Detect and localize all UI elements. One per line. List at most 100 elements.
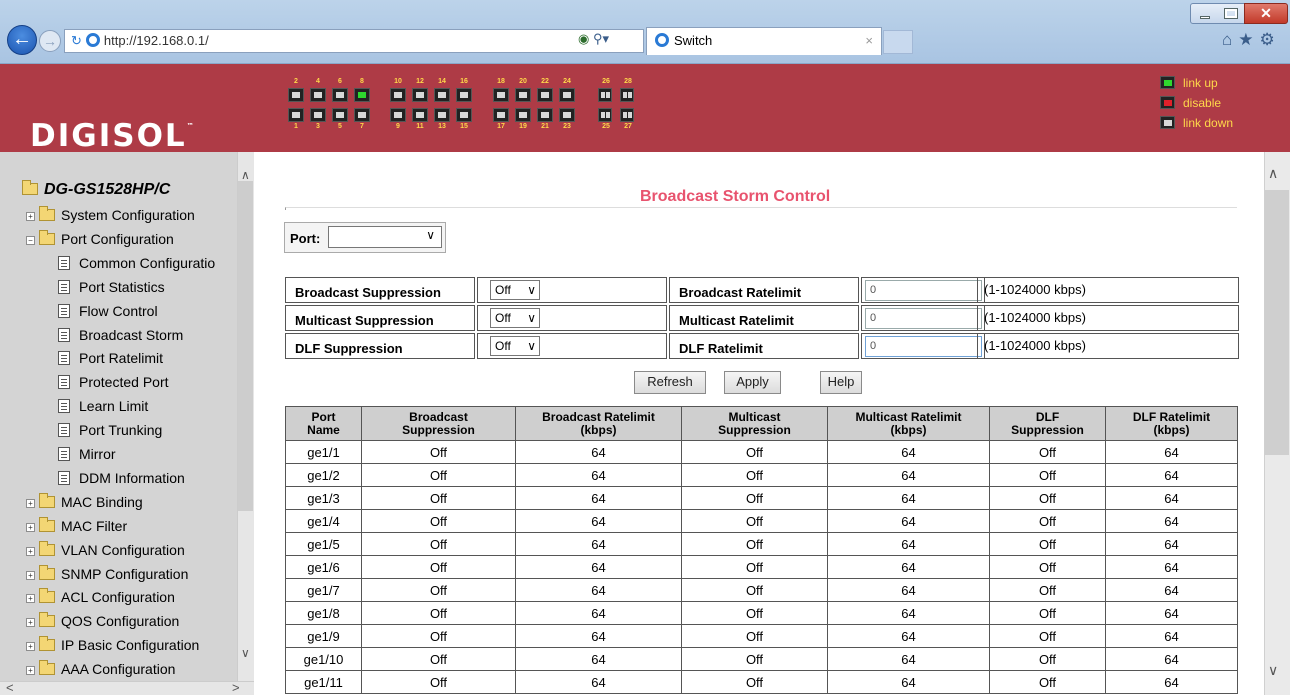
sidebar-item-aaa-configuration[interactable]: + AAA Configuration [26,660,175,683]
forward-button[interactable]: → [39,30,61,52]
table-row[interactable]: ge1/10 Off 64 Off 64 Off 64 [285,647,1238,671]
scroll-right-icon[interactable]: > [232,680,240,695]
scroll-down-icon[interactable]: ∨ [241,646,250,660]
port-icon[interactable] [537,88,553,102]
expand-icon[interactable]: + [26,522,35,532]
refresh-button[interactable]: Refresh [634,371,706,394]
port-link-up-icon[interactable] [354,88,370,102]
port-icon[interactable] [310,88,326,102]
suppression-select[interactable]: Off ∨ [490,280,540,300]
content-scroll-down-icon[interactable]: ∨ [1268,662,1278,679]
back-button[interactable]: ← [7,25,37,55]
apply-button[interactable]: Apply [724,371,781,394]
port-icon[interactable] [537,108,553,122]
sidebar-item-mac-filter[interactable]: + MAC Filter [26,516,127,540]
port-icon[interactable] [515,108,531,122]
minimize-button[interactable] [1190,3,1218,24]
favorites-star-icon[interactable]: ★ [1238,30,1259,49]
table-row[interactable]: ge1/7 Off 64 Off 64 Off 64 [285,578,1238,602]
table-row[interactable]: ge1/6 Off 64 Off 64 Off 64 [285,555,1238,579]
port-icon[interactable] [456,108,472,122]
port-icon[interactable] [412,88,428,102]
sidebar-item-system-configuration[interactable]: + System Configuration [26,206,195,229]
expand-icon[interactable]: + [26,498,35,508]
sidebar-item-mac-binding[interactable]: + MAC Binding [26,492,143,516]
sidebar-item-learn-limit[interactable]: Learn Limit [58,398,148,420]
scroll-up-icon[interactable]: ∧ [241,168,250,182]
expand-icon[interactable]: + [26,666,35,676]
sidebar-item-common-configuratio[interactable]: Common Configuratio [58,255,215,277]
sidebar-item-mirror[interactable]: Mirror [58,446,116,468]
ratelimit-input[interactable]: 0 [865,280,982,301]
refresh-icon[interactable]: ↻ [71,33,82,48]
maximize-button[interactable] [1217,3,1245,24]
expand-icon[interactable]: + [26,546,35,556]
port-icon[interactable] [310,108,326,122]
browser-tab[interactable]: Switch × [646,27,882,55]
port-icon[interactable] [456,88,472,102]
expand-icon[interactable]: + [26,594,35,604]
port-icon[interactable] [354,108,370,122]
table-row[interactable]: ge1/8 Off 64 Off 64 Off 64 [285,601,1238,625]
ratelimit-input[interactable]: 0 [865,308,982,329]
sidebar-item-port-ratelimit[interactable]: Port Ratelimit [58,350,163,372]
sidebar-item-port-configuration[interactable]: − Port Configuration [26,229,174,253]
sidebar-item-ip-basic-configuration[interactable]: + IP Basic Configuration [26,636,199,659]
sidebar-item-port-trunking[interactable]: Port Trunking [58,422,162,444]
sidebar-item-vlan-configuration[interactable]: + VLAN Configuration [26,540,185,564]
table-row[interactable]: ge1/5 Off 64 Off 64 Off 64 [285,532,1238,556]
ratelimit-input[interactable]: 0 [865,336,982,357]
sidebar-item-flow-control[interactable]: Flow Control [58,303,158,325]
fiber-port-icon[interactable] [620,108,634,122]
port-icon[interactable] [332,108,348,122]
port-icon[interactable] [434,108,450,122]
port-select[interactable]: ∨ [328,226,442,248]
port-icon[interactable] [390,108,406,122]
address-bar[interactable]: ↻ http://192.168.0.1/ [64,29,644,53]
suppression-select[interactable]: Off ∨ [490,336,540,356]
port-icon[interactable] [493,88,509,102]
table-row[interactable]: ge1/11 Off 64 Off 64 Off 64 [285,670,1238,694]
help-button[interactable]: Help [820,371,862,394]
port-icon[interactable] [559,88,575,102]
home-icon[interactable]: ⌂ [1222,30,1238,49]
content-scroll-up-icon[interactable]: ∧ [1268,165,1278,182]
table-row[interactable]: ge1/3 Off 64 Off 64 Off 64 [285,486,1238,510]
port-icon[interactable] [332,88,348,102]
expand-icon[interactable]: + [26,642,35,652]
sidebar-item-protected-port[interactable]: Protected Port [58,374,169,396]
sidebar-scroll-thumb[interactable] [238,181,253,511]
sidebar-item-snmp-configuration[interactable]: + SNMP Configuration [26,564,188,588]
sidebar-item-qos-configuration[interactable]: + QOS Configuration [26,612,179,635]
sidebar-item-port-statistics[interactable]: Port Statistics [58,279,165,301]
port-icon[interactable] [288,108,304,122]
port-icon[interactable] [515,88,531,102]
port-icon[interactable] [559,108,575,122]
table-row[interactable]: ge1/2 Off 64 Off 64 Off 64 [285,463,1238,487]
collapse-icon[interactable]: − [26,235,35,245]
sidebar-item-ddm-information[interactable]: DDM Information [58,470,185,492]
port-icon[interactable] [493,108,509,122]
sidebar-hscrollbar[interactable]: < > [0,680,254,695]
address-bar-actions[interactable]: ◉ ⚲▾ [578,31,609,47]
content-scroll-thumb[interactable] [1265,190,1289,455]
port-icon[interactable] [434,88,450,102]
scroll-left-icon[interactable]: < [6,680,14,695]
port-icon[interactable] [288,88,304,102]
sidebar-item-acl-configuration[interactable]: + ACL Configuration [26,588,175,611]
table-row[interactable]: ge1/1 Off 64 Off 64 Off 64 [285,440,1238,464]
fiber-port-icon[interactable] [598,108,612,122]
close-button[interactable]: ✕ [1244,3,1288,24]
suppression-select[interactable]: Off ∨ [490,308,540,328]
tree-root[interactable]: DG-GS1528HP/C [22,180,170,199]
fiber-port-icon[interactable] [598,88,612,102]
gear-icon[interactable]: ⚙ [1260,30,1281,49]
sidebar-item-broadcast-storm[interactable]: Broadcast Storm [58,327,183,349]
expand-icon[interactable]: + [26,570,35,580]
fiber-port-icon[interactable] [620,88,634,102]
expand-icon[interactable]: + [26,212,35,221]
port-icon[interactable] [390,88,406,102]
port-icon[interactable] [412,108,428,122]
new-tab-button[interactable] [883,30,913,54]
expand-icon[interactable]: + [26,618,35,628]
